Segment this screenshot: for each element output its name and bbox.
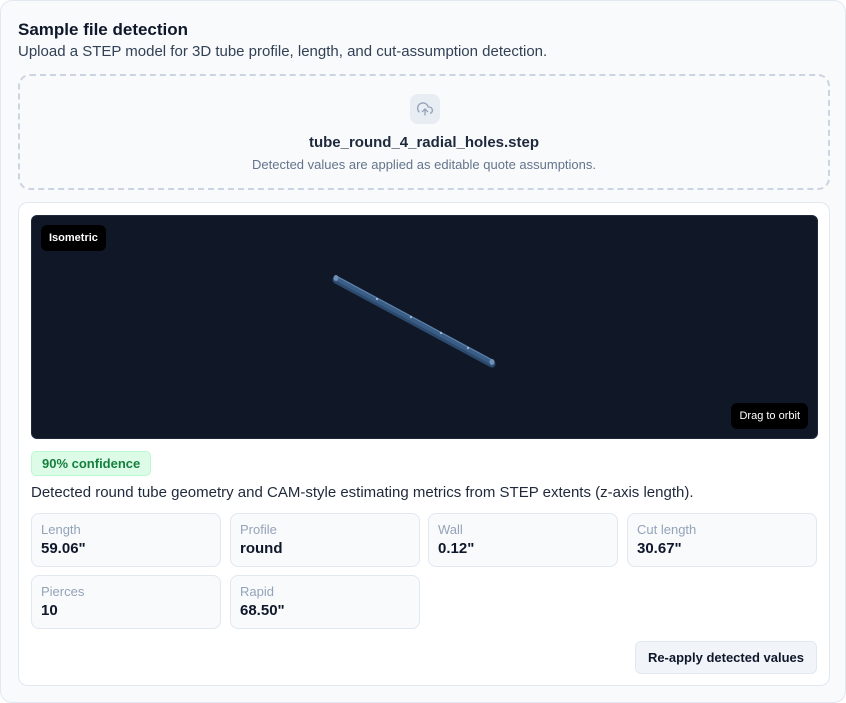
tube-body [333, 275, 495, 365]
sample-file-detection-card: Sample file detection Upload a STEP mode… [0, 0, 846, 703]
metric-wall: Wall 0.12" [428, 513, 618, 567]
metric-label: Profile [240, 522, 277, 537]
metric-length: Length 59.06" [31, 513, 221, 567]
file-dropzone[interactable]: tube_round_4_radial_holes.step Detected … [18, 74, 830, 190]
metric-value: 59.06" [41, 540, 86, 557]
metric-profile: Profile round [230, 513, 420, 567]
metric-value: 68.50" [240, 602, 285, 619]
metric-pierces: Pierces 10 [31, 575, 221, 629]
upload-hint: Detected values are applied as editable … [252, 157, 596, 172]
confidence-badge: 90% confidence [31, 451, 152, 476]
radial-hole [375, 297, 379, 301]
tube-end-cap [489, 359, 495, 365]
metric-label: Length [41, 522, 81, 537]
metric-value: 30.67" [637, 540, 682, 557]
view-mode-label: Isometric [41, 225, 106, 251]
metric-label: Pierces [41, 584, 85, 599]
metric-value: 0.12" [438, 540, 475, 557]
radial-hole [466, 346, 470, 350]
section-title: Sample file detection [18, 20, 189, 39]
metric-cut-length: Cut length 30.67" [627, 513, 817, 567]
metric-label: Rapid [240, 584, 274, 599]
reapply-detected-values-button[interactable]: Re-apply detected values [634, 641, 817, 674]
metric-label: Wall [438, 522, 463, 537]
cloud-upload-icon [410, 94, 440, 124]
detection-summary: Detected round tube geometry and CAM-sty… [31, 484, 694, 501]
metric-value: 10 [41, 602, 58, 619]
metric-value: round [240, 540, 283, 557]
3d-model-viewer[interactable]: Isometric Drag to orbit [31, 215, 818, 439]
orbit-hint: Drag to orbit [731, 403, 808, 429]
tube-model-render [332, 275, 496, 368]
radial-hole [409, 315, 413, 319]
uploaded-file-name: tube_round_4_radial_holes.step [308, 134, 540, 151]
metric-label: Cut length [637, 522, 697, 537]
radial-hole [439, 331, 443, 335]
section-subtitle: Upload a STEP model for 3D tube profile,… [18, 43, 548, 60]
tube-end-cap [333, 275, 339, 281]
detection-results-panel: Isometric Drag to orbit 90% confidence D… [18, 202, 830, 686]
metric-rapid: Rapid 68.50" [230, 575, 420, 629]
